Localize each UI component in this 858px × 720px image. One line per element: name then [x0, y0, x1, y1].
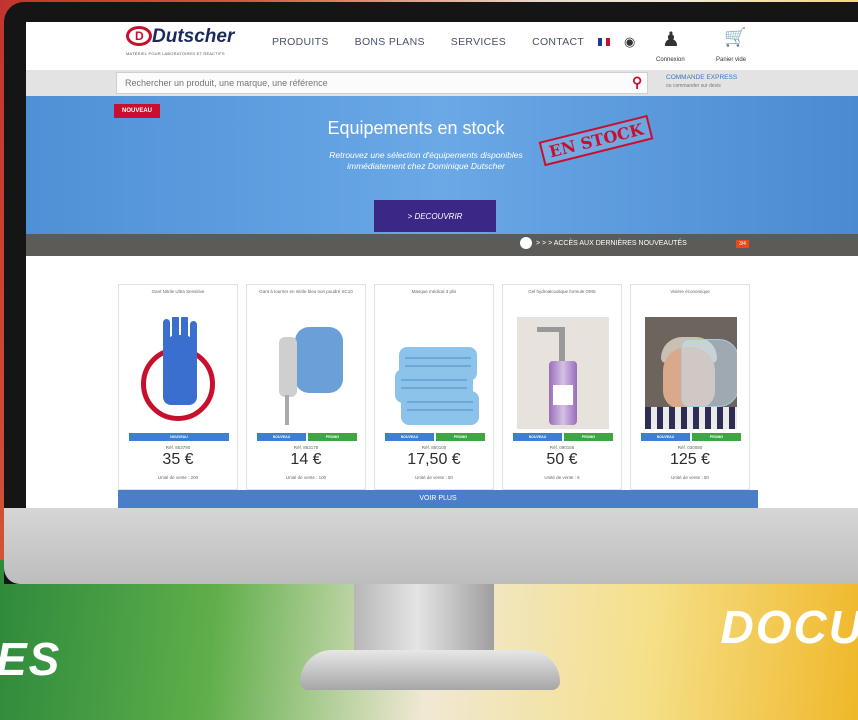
nav-item-produits[interactable]: PRODUITS [272, 36, 329, 48]
product-card[interactable]: Visière économique NOUVEAU PROMO Réf. 03… [630, 284, 750, 490]
search-bar: ⚲ COMMANDE EXPRESS ou commander sur devi… [26, 70, 858, 96]
product-tags: NOUVEAU PROMO [257, 433, 357, 441]
main-nav: PRODUITS BONS PLANS SERVICES CONTACT [272, 36, 584, 48]
product-card[interactable]: Masque médical 3 plis NOUVEAU PROMO Réf.… [374, 284, 494, 490]
nav-item-services[interactable]: SERVICES [451, 36, 506, 48]
product-card[interactable]: Gel hydroalcoolique formule OMS NOUVEAU … [502, 284, 622, 490]
search-icon[interactable]: ⚲ [632, 74, 642, 91]
new-tag: NOUVEAU [129, 433, 229, 441]
glove-image[interactable] [133, 317, 225, 429]
promo-tag: PROMO [564, 433, 613, 441]
new-badge: NOUVEAU [114, 104, 161, 118]
nav-item-contact[interactable]: CONTACT [532, 36, 584, 48]
product-unit: Unité de vente : 50 [671, 475, 709, 480]
medical-mask-image[interactable] [389, 317, 481, 429]
new-tag: NOUVEAU [641, 433, 690, 441]
search-input[interactable] [116, 72, 648, 94]
face-shield-image[interactable] [645, 317, 737, 429]
coffee-cup-icon [520, 237, 532, 249]
product-unit: Unité de vente : 200 [157, 475, 199, 480]
product-name[interactable]: Gant à tourner en nitrile bleu non poudr… [251, 289, 361, 295]
news-count-badge: 3/4 [736, 240, 749, 248]
monitor-stand-base [300, 650, 560, 690]
website-screen: D Dutscher MATÉRIEL POUR LABORATOIRES ET… [26, 22, 858, 508]
login-label[interactable]: Connexion [656, 57, 685, 63]
new-tag: NOUVEAU [513, 433, 562, 441]
product-tags: NOUVEAU PROMO [641, 433, 741, 441]
promo-tag: PROMO [436, 433, 485, 441]
hero-banner: NOUVEAU Equipements en stock Retrouvez u… [26, 96, 858, 234]
product-unit: Unité de vente : 6 [544, 475, 580, 480]
product-unit: Unité de vente : 100 [285, 475, 327, 480]
background-word-left: ES [0, 633, 62, 685]
product-price: 125 € [669, 451, 711, 468]
cart-label[interactable]: Panier vide [716, 57, 746, 63]
monitor-stand-neck [354, 582, 494, 660]
news-strip-text[interactable]: > > > ACCÈS AUX DERNIÈRES NOUVEAUTÉS [536, 240, 687, 247]
logo-mark-icon: D [126, 26, 152, 46]
product-tags: NOUVEAU PROMO [385, 433, 485, 441]
product-ref: Réf. 850100 [421, 445, 447, 450]
product-ref: Réf. 853790 [165, 445, 191, 450]
new-tag: NOUVEAU [257, 433, 306, 441]
product-name[interactable]: Masque médical 3 plis [379, 289, 489, 295]
banner-subtitle: Retrouvez une sélection d'équipements di… [329, 150, 523, 171]
express-order-title: COMMANDE EXPRESS [666, 74, 738, 81]
discover-button[interactable]: > DECOUVRIR [374, 200, 496, 232]
express-order-link[interactable]: COMMANDE EXPRESS ou commander sur devis [666, 74, 737, 90]
product-ref: Réf. 030080 [677, 445, 703, 450]
product-price: 17,50 € [407, 451, 461, 468]
promo-tag: PROMO [692, 433, 741, 441]
french-flag-icon[interactable] [598, 38, 610, 46]
cart-icon[interactable]: 🛒 [724, 27, 746, 48]
product-price: 35 € [162, 451, 194, 468]
express-order-subtitle: ou commander sur devis [666, 83, 721, 89]
product-card[interactable]: Gant Nitrile Ultra Sensitive NOUVEAU Réf… [118, 284, 238, 490]
brand-tagline: MATÉRIEL POUR LABORATOIRES ET RÉACTIFS [126, 51, 225, 56]
product-name[interactable]: Gant Nitrile Ultra Sensitive [123, 289, 233, 295]
monitor-chin [4, 508, 858, 584]
brand-name: Dutscher [152, 26, 235, 47]
promo-tag: PROMO [308, 433, 357, 441]
product-tags: NOUVEAU [129, 433, 229, 441]
hand-gel-image[interactable] [517, 317, 609, 429]
new-tag: NOUVEAU [385, 433, 434, 441]
product-name[interactable]: Gel hydroalcoolique formule OMS [507, 289, 617, 295]
see-more-button[interactable]: VOIR PLUS [118, 490, 758, 508]
nav-item-bons-plans[interactable]: BONS PLANS [355, 36, 425, 48]
product-list: Gant Nitrile Ultra Sensitive NOUVEAU Réf… [118, 284, 758, 490]
news-strip[interactable]: > > > ACCÈS AUX DERNIÈRES NOUVEAUTÉS 3/4 [26, 234, 858, 256]
product-price: 50 € [546, 451, 578, 468]
product-card[interactable]: Gant à tourner en nitrile bleu non poudr… [246, 284, 366, 490]
product-tags: NOUVEAU PROMO [513, 433, 613, 441]
globe-icon[interactable]: ◉ [624, 34, 635, 50]
product-ref: Réf. 853178 [293, 445, 319, 450]
background-word-right: DOCU [720, 601, 858, 653]
product-price: 14 € [290, 451, 322, 468]
product-unit: Unité de vente : 50 [415, 475, 453, 480]
product-name[interactable]: Visière économique [635, 289, 745, 295]
banner-title: Equipements en stock [327, 118, 505, 138]
site-header: D Dutscher MATÉRIEL POUR LABORATOIRES ET… [26, 22, 858, 70]
product-ref: Réf. 090155 [549, 445, 575, 450]
user-lock-icon[interactable]: ♟ [662, 27, 680, 52]
pipette-glove-image[interactable] [261, 317, 353, 429]
